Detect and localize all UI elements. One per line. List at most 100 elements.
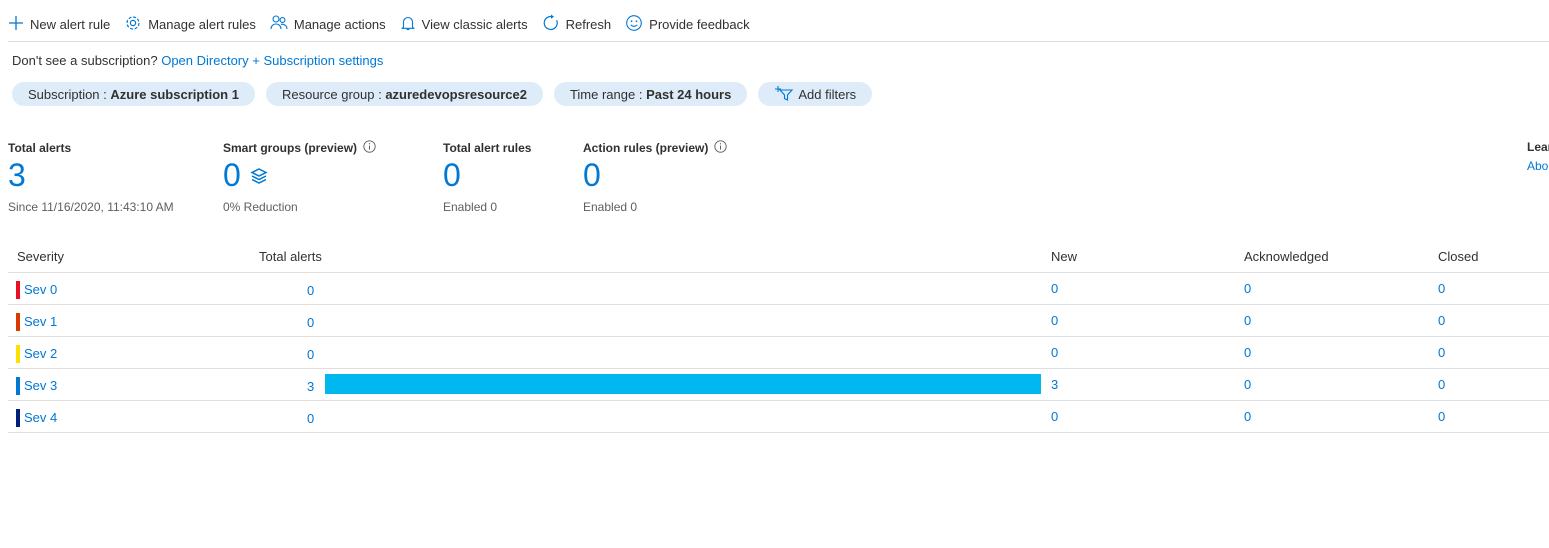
total-alerts-count[interactable]: 0 — [307, 347, 314, 362]
severity-color-indicator — [16, 345, 20, 363]
provide-feedback-button[interactable]: Provide feedback — [625, 10, 750, 38]
total-alerts-metric: Total alerts 3 Since 11/16/2020, 11:43:1… — [8, 140, 174, 214]
view-classic-alerts-button[interactable]: View classic alerts — [400, 10, 528, 38]
bell-icon — [400, 15, 422, 34]
new-alert-rule-button[interactable]: New alert rule — [8, 10, 110, 38]
severity-color-indicator — [16, 409, 20, 427]
severity-link[interactable]: Sev 4 — [24, 410, 57, 425]
acknowledged-count[interactable]: 0 — [1244, 281, 1251, 296]
action-rules-enabled: Enabled 0 — [583, 200, 638, 214]
total-alerts-count[interactable]: 0 — [307, 315, 314, 330]
closed-count[interactable]: 0 — [1438, 313, 1445, 328]
action-rules-header: Action rules (preview) — [583, 140, 728, 156]
acknowledged-count[interactable]: 0 — [1244, 313, 1251, 328]
total-alerts-count[interactable]: 0 — [307, 411, 314, 426]
total-alerts-since: Since 11/16/2020, 11:43:10 AM — [8, 200, 174, 214]
table-row: Sev 1 0 0 0 0 — [8, 305, 1549, 337]
add-filters-label: Add filters — [798, 86, 857, 102]
new-count[interactable]: 3 — [1051, 377, 1058, 392]
smart-groups-header: Smart groups (preview) — [223, 140, 376, 156]
closed-count[interactable]: 0 — [1438, 281, 1445, 296]
closed-column-header: Closed — [1438, 249, 1479, 264]
severity-link[interactable]: Sev 2 — [24, 346, 57, 361]
directory-settings-link[interactable]: Open Directory + Subscription settings — [161, 53, 383, 68]
total-alerts-bar — [325, 374, 1041, 394]
closed-count[interactable]: 0 — [1438, 377, 1445, 392]
total-alert-rules-metric: Total alert rules 0 Enabled 0 — [443, 140, 531, 214]
subscription-filter-label: Subscription : — [28, 86, 107, 102]
severity-color-indicator — [16, 281, 20, 299]
new-count[interactable]: 0 — [1051, 409, 1058, 424]
table-header: Severity Total alerts New Acknowledged C… — [8, 240, 1549, 273]
severity-link[interactable]: Sev 3 — [24, 378, 57, 393]
closed-count[interactable]: 0 — [1438, 409, 1445, 424]
people-icon — [270, 14, 294, 35]
total-alert-rules-number: 0 — [443, 157, 461, 193]
severity-column-header: Severity — [17, 249, 64, 264]
smart-groups-metric: Smart groups (preview) 0 0% Reduction — [223, 140, 376, 214]
action-rules-number: 0 — [583, 157, 601, 193]
table-row: Sev 0 0 0 0 0 — [8, 273, 1549, 305]
severity-link[interactable]: Sev 1 — [24, 314, 57, 329]
total-alert-rules-enabled: Enabled 0 — [443, 200, 498, 214]
plus-icon — [8, 15, 30, 34]
acknowledged-count[interactable]: 0 — [1244, 377, 1251, 392]
info-icon[interactable] — [714, 140, 728, 156]
total-alerts-value[interactable]: 3 — [8, 156, 174, 194]
smiley-icon — [625, 14, 649, 35]
smart-groups-reduction: 0% Reduction — [223, 200, 298, 214]
provide-feedback-label: Provide feedback — [649, 16, 750, 32]
resource-group-filter-label: Resource group : — [281, 86, 382, 102]
learn-more-link[interactable]: Abo — [1527, 159, 1549, 173]
new-count[interactable]: 0 — [1051, 345, 1058, 360]
filter-bar: Subscription : Azure subscription 1 Reso… — [12, 82, 883, 106]
table-row: Sev 4 0 0 0 0 — [8, 401, 1549, 433]
smart-groups-value[interactable]: 0 — [223, 156, 376, 194]
add-filters-button[interactable]: Add filters — [758, 82, 873, 106]
time-range-filter-pill[interactable]: Time range : Past 24 hours — [553, 82, 748, 106]
manage-alert-rules-label: Manage alert rules — [148, 16, 256, 32]
new-column-header: New — [1051, 249, 1078, 264]
new-count[interactable]: 0 — [1051, 313, 1058, 328]
manage-alert-rules-button[interactable]: Manage alert rules — [124, 10, 256, 38]
info-icon[interactable] — [363, 140, 376, 156]
manage-actions-button[interactable]: Manage actions — [270, 10, 386, 38]
time-range-filter-label: Time range : — [569, 86, 643, 102]
subscription-notice-text: Don't see a subscription? — [12, 53, 158, 68]
closed-count[interactable]: 0 — [1438, 345, 1445, 360]
action-rules-value[interactable]: 0 — [583, 156, 727, 194]
resource-group-filter-pill[interactable]: Resource group : azuredevopsresource2 — [265, 82, 543, 106]
severity-table: Severity Total alerts New Acknowledged C… — [8, 240, 1549, 433]
resource-group-filter-value: azuredevopsresource2 — [385, 86, 527, 102]
smart-groups-title: Smart groups (preview) — [223, 141, 358, 155]
total-alerts-count[interactable]: 0 — [307, 283, 314, 298]
smart-groups-number: 0 — [223, 157, 241, 193]
learn-more-panel: Lear Abo — [1527, 140, 1549, 173]
toolbar-divider — [8, 41, 1549, 42]
acknowledged-count[interactable]: 0 — [1244, 409, 1251, 424]
total-alerts-number: 3 — [8, 157, 26, 193]
total-alert-rules-value[interactable]: 0 — [443, 156, 531, 194]
add-filter-icon — [774, 85, 798, 104]
total-alerts-count[interactable]: 3 — [307, 379, 314, 394]
subscription-notice: Don't see a subscription? Open Directory… — [12, 53, 383, 68]
new-alert-rule-label: New alert rule — [30, 16, 111, 32]
refresh-icon — [542, 14, 566, 35]
refresh-label: Refresh — [565, 16, 612, 32]
total-alerts-column-header: Total alerts — [259, 249, 322, 264]
subscription-filter-pill[interactable]: Subscription : Azure subscription 1 — [12, 82, 255, 106]
time-range-filter-value: Past 24 hours — [646, 86, 732, 102]
manage-actions-label: Manage actions — [293, 16, 386, 32]
action-rules-metric: Action rules (preview) 0 Enabled 0 — [583, 140, 728, 214]
severity-color-indicator — [16, 313, 20, 331]
new-count[interactable]: 0 — [1051, 281, 1058, 296]
learn-more-title: Lear — [1527, 140, 1549, 154]
view-classic-alerts-label: View classic alerts — [421, 16, 528, 32]
total-alert-rules-title: Total alert rules — [443, 141, 532, 155]
acknowledged-count[interactable]: 0 — [1244, 345, 1251, 360]
layers-icon — [241, 155, 269, 195]
total-alerts-title: Total alerts — [8, 141, 72, 155]
subscription-filter-value: Azure subscription 1 — [110, 86, 239, 102]
refresh-button[interactable]: Refresh — [542, 10, 612, 38]
severity-link[interactable]: Sev 0 — [24, 282, 57, 297]
